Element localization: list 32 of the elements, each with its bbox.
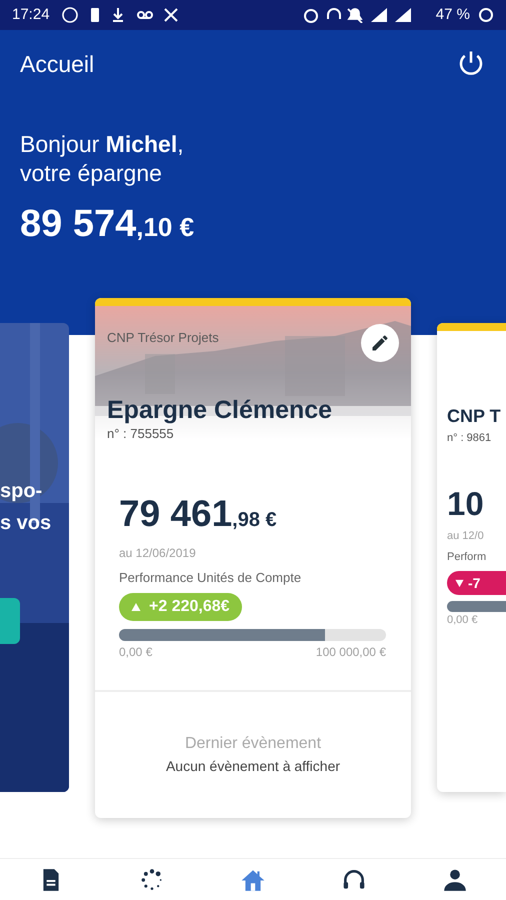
account-balance: 79 461,98 € (119, 492, 278, 536)
greeting-subtitle: votre épargne (20, 159, 163, 188)
balance-date: au 12/0 (447, 529, 485, 544)
account-number: n° : 9861 (447, 431, 492, 446)
card-accent-bar (437, 323, 506, 331)
battery-percentage: 47 % (436, 4, 470, 25)
page-title: Accueil (20, 50, 94, 79)
performance-label: Perform (447, 550, 488, 564)
account-name: CNP T (447, 405, 502, 428)
performance-badge: -7 (447, 571, 506, 595)
range-max: 100 000,00 € (316, 644, 386, 661)
range-min: 0,00 € (447, 613, 479, 628)
up-triangle-icon (131, 602, 141, 612)
account-name: Epargne Clémence (107, 395, 332, 426)
greeting-text: Bonjour Michel, (20, 130, 185, 159)
product-name: CNP Trésor Projets (107, 329, 219, 347)
performance-label: Performance Unités de Compte (119, 568, 302, 587)
down-triangle-icon (455, 578, 464, 588)
performance-badge: +2 220,68€ (119, 593, 242, 621)
promo-text: spo- (0, 479, 44, 504)
status-time: 17:24 (12, 4, 50, 25)
total-savings: 89 574,10 € (20, 202, 196, 247)
account-balance: 10 (447, 484, 485, 524)
range-min: 0,00 € (119, 644, 152, 661)
event-title: Dernier évènement (184, 734, 322, 754)
balance-date: au 12/06/2019 (119, 544, 197, 562)
account-number: n° : 755555 (107, 425, 174, 443)
battery-icon (478, 7, 494, 23)
pencil-icon (370, 333, 390, 353)
account-card[interactable]: CNP Trésor Projets Epargne Clémence n° : 755555 79 461,98 € au 12/06/2019 Performance Unités de Compte +2 220,68€ 0,00 € 100 000,00 € Dernier évènement Aucun évènement à afficher (95, 298, 411, 818)
event-text: Aucun évènement à afficher (166, 757, 340, 776)
promo-text: s vos (0, 511, 52, 536)
